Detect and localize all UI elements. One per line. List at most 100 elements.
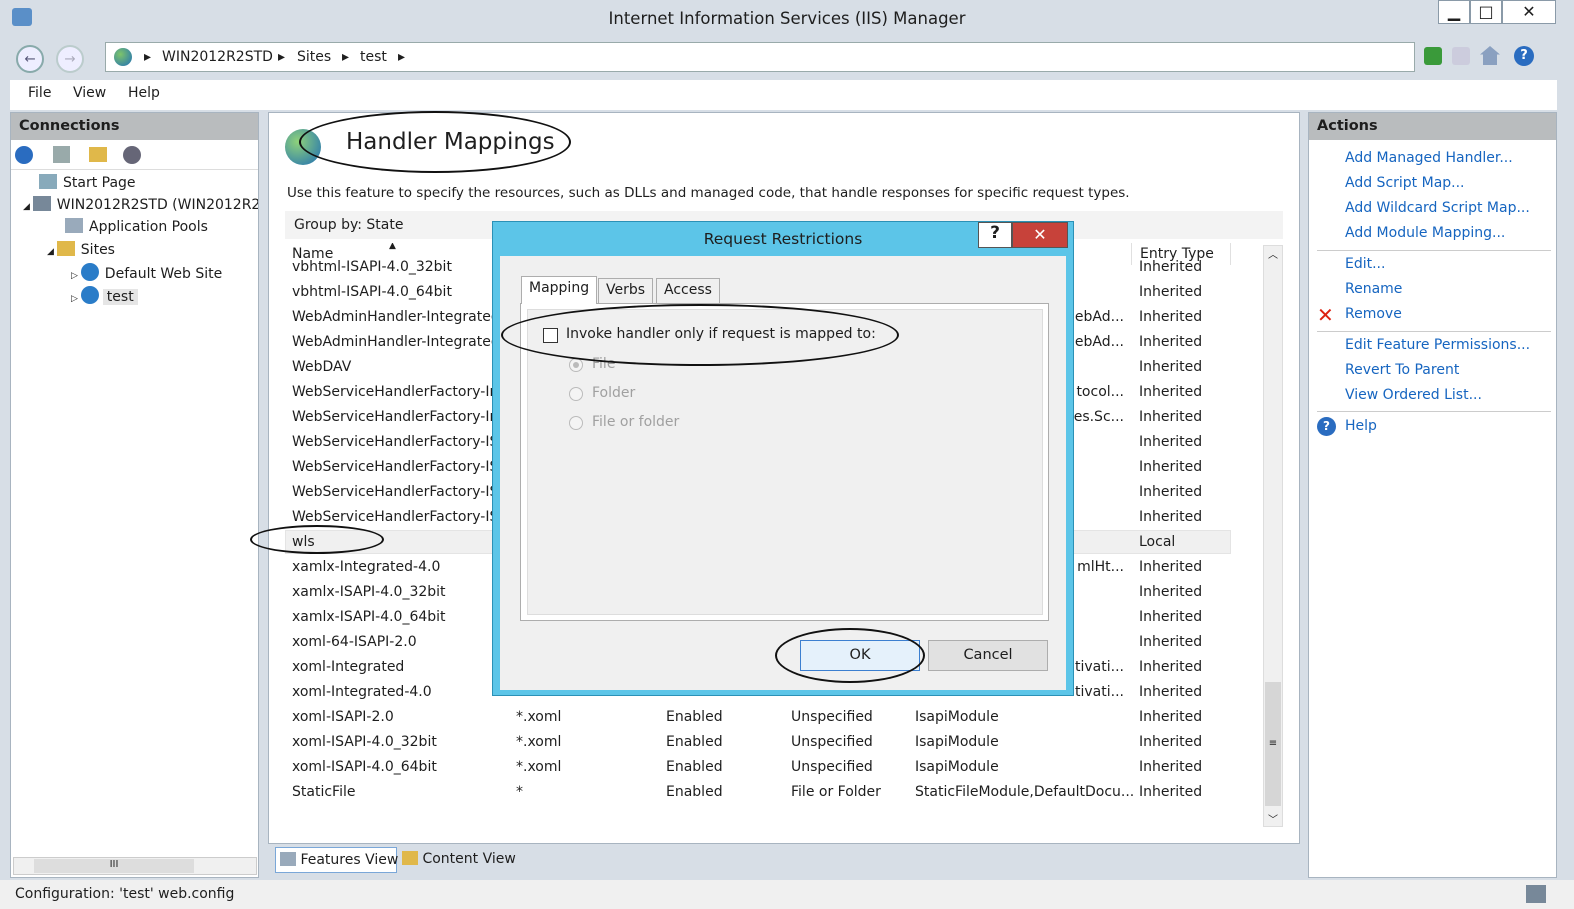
- menu-file[interactable]: File: [28, 85, 51, 101]
- cancel-button[interactable]: Cancel: [928, 640, 1048, 671]
- row-name: WebDAV: [292, 359, 352, 375]
- globe-icon: [114, 48, 132, 66]
- menu-help[interactable]: Help: [128, 85, 160, 101]
- scroll-up-icon[interactable]: ︿: [1264, 246, 1282, 261]
- row-entry-type: Inherited: [1139, 709, 1203, 725]
- folder-icon[interactable]: [89, 147, 107, 162]
- action-remove[interactable]: Remove: [1345, 306, 1402, 322]
- row-state: Enabled: [666, 734, 723, 750]
- row-entry-type: Inherited: [1139, 309, 1203, 325]
- tab-mapping[interactable]: Mapping: [521, 276, 598, 304]
- status-bar: Configuration: 'test' web.config: [0, 880, 1574, 909]
- address-bar[interactable]: ▸ WIN2012R2STD ▸ Sites ▸ test ▸: [105, 42, 1415, 72]
- table-row[interactable]: StaticFile * Enabled File or Folder StaticFi…: [285, 780, 1279, 805]
- row-name: xoml-Integrated: [292, 659, 405, 675]
- maximize-button[interactable]: □: [1470, 0, 1502, 24]
- annotation-oval: [775, 628, 925, 683]
- row-entry-type: Inherited: [1139, 409, 1203, 425]
- help-icon[interactable]: ?: [1514, 46, 1534, 66]
- row-handler: IsapiModule: [915, 709, 999, 725]
- action-view-ordered-list[interactable]: View Ordered List...: [1345, 387, 1482, 403]
- action-add-managed-handler[interactable]: Add Managed Handler...: [1345, 150, 1513, 166]
- content-view-label: Content View: [422, 851, 516, 867]
- row-name: WebServiceHandlerFactory-IS...: [292, 434, 512, 450]
- annotation-oval: [299, 111, 571, 173]
- save-icon[interactable]: [53, 146, 70, 163]
- tree-item-server[interactable]: ◢ WIN2012R2STD (WIN2012R2STD\Administrat…: [23, 196, 258, 213]
- row-name: WebServiceHandlerFactory-Int: [292, 409, 504, 425]
- action-add-script-map[interactable]: Add Script Map...: [1345, 175, 1465, 191]
- divider: [1317, 411, 1551, 412]
- annotation-oval: [250, 525, 384, 554]
- tree-item-default-web-site[interactable]: ▷ Default Web Site: [71, 263, 222, 282]
- tree-item-start-page[interactable]: Start Page: [39, 174, 136, 191]
- group-by-value[interactable]: State: [366, 217, 403, 233]
- tab-access[interactable]: Access: [656, 278, 720, 304]
- dialog-help-button[interactable]: ?: [978, 222, 1012, 248]
- home-icon[interactable]: [1480, 46, 1500, 65]
- row-name: xoml-ISAPI-4.0_32bit: [292, 734, 437, 750]
- menu-bar: File View Help: [10, 80, 1557, 110]
- row-handler: IsapiModule: [915, 734, 999, 750]
- action-help[interactable]: Help: [1345, 418, 1377, 434]
- table-row[interactable]: xoml-ISAPI-2.0 *.xoml Enabled Unspecified Is…: [285, 705, 1279, 730]
- table-row[interactable]: xoml-ISAPI-4.0_32bit *.xoml Enabled Unspeci…: [285, 730, 1279, 755]
- action-revert-to-parent[interactable]: Revert To Parent: [1345, 362, 1459, 378]
- row-name: WebAdminHandler-Integrated: [292, 309, 500, 325]
- radio-file-or-folder[interactable]: [569, 416, 583, 430]
- back-button[interactable]: ←: [16, 45, 44, 73]
- breadcrumb-test[interactable]: test: [360, 49, 387, 65]
- disconnect-icon[interactable]: [123, 146, 141, 164]
- row-entry-type: Inherited: [1139, 359, 1203, 375]
- tree-item-test[interactable]: ▷ test: [71, 286, 138, 305]
- table-row[interactable]: xoml-ISAPI-4.0_64bit *.xoml Enabled Unspeci…: [285, 755, 1279, 780]
- row-state: Enabled: [666, 709, 723, 725]
- row-path: *.xoml: [516, 759, 562, 775]
- tab-verbs[interactable]: Verbs: [598, 278, 654, 304]
- row-path-type: Unspecified: [791, 759, 873, 775]
- tree-label: Start Page: [63, 175, 136, 191]
- row-handler-truncated: tivati...: [1075, 659, 1124, 675]
- row-name: WebServiceHandlerFactory-IS...: [292, 459, 512, 475]
- action-edit-feature-permissions[interactable]: Edit Feature Permissions...: [1345, 337, 1530, 353]
- breadcrumb-sites[interactable]: Sites: [297, 49, 331, 65]
- features-view-tab[interactable]: Features View: [275, 847, 398, 873]
- action-rename[interactable]: Rename: [1345, 281, 1402, 297]
- row-handler: StaticFileModule,DefaultDocu...: [915, 784, 1135, 800]
- stop-icon[interactable]: [1452, 47, 1470, 65]
- scroll-down-icon[interactable]: ﹀: [1264, 811, 1282, 826]
- dialog-close-button[interactable]: ✕: [1012, 222, 1068, 248]
- group-by-label: Group by:: [294, 217, 362, 233]
- row-entry-type: Inherited: [1139, 584, 1203, 600]
- row-name: xoml-64-ISAPI-2.0: [292, 634, 417, 650]
- action-edit[interactable]: Edit...: [1345, 256, 1385, 272]
- help-icon: ?: [1317, 417, 1336, 436]
- close-button[interactable]: ✕: [1502, 0, 1556, 24]
- content-view-tab[interactable]: Content View: [400, 847, 522, 873]
- refresh-icon[interactable]: [1424, 47, 1442, 65]
- tree-item-sites[interactable]: ◢ Sites: [47, 241, 115, 258]
- divider: [1317, 250, 1551, 251]
- row-name: WebAdminHandler-Integrated: [292, 334, 500, 350]
- radio-folder[interactable]: [569, 387, 583, 401]
- request-restrictions-dialog: Request Restrictions ? ✕ Mapping Verbs A…: [492, 221, 1074, 696]
- radio-file[interactable]: [569, 358, 583, 372]
- minimize-button[interactable]: ▁: [1438, 0, 1470, 24]
- connect-icon[interactable]: [15, 146, 33, 164]
- action-add-wildcard-script-map[interactable]: Add Wildcard Script Map...: [1345, 200, 1530, 216]
- horizontal-scrollbar[interactable]: III: [13, 857, 257, 875]
- scrollbar-thumb[interactable]: ≡: [1265, 682, 1281, 806]
- row-entry-type: Inherited: [1139, 634, 1203, 650]
- row-handler-truncated: mlHt...: [1077, 559, 1124, 575]
- tree-item-app-pools[interactable]: Application Pools: [65, 218, 208, 235]
- row-path-type: Unspecified: [791, 734, 873, 750]
- row-entry-type: Inherited: [1139, 459, 1203, 475]
- row-name: StaticFile: [292, 784, 356, 800]
- breadcrumb-server[interactable]: WIN2012R2STD: [162, 49, 273, 65]
- row-state: Enabled: [666, 759, 723, 775]
- forward-button[interactable]: →: [56, 45, 84, 73]
- vertical-scrollbar[interactable]: ︿ ≡ ﹀: [1263, 245, 1283, 827]
- row-name: xoml-Integrated-4.0: [292, 684, 432, 700]
- action-add-module-mapping[interactable]: Add Module Mapping...: [1345, 225, 1505, 241]
- menu-view[interactable]: View: [73, 85, 106, 101]
